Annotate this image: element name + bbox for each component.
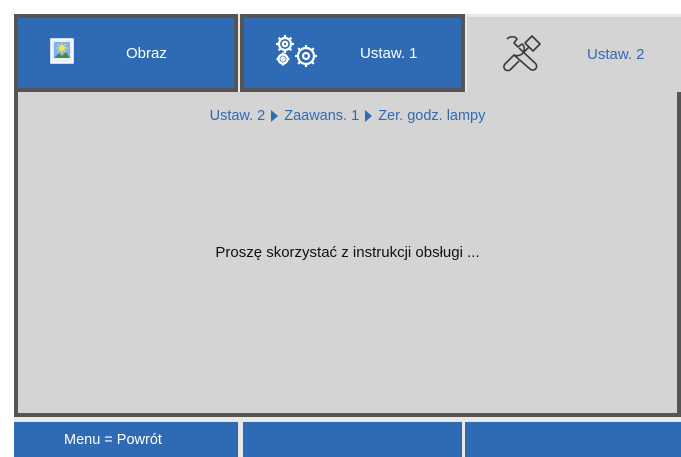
tab-ustaw-1[interactable]: Ustaw. 1 [240,14,465,92]
breadcrumb-item: Zer. godz. lampy [378,108,486,124]
bottom-bar-cell [465,422,681,457]
tools-icon [501,33,543,77]
content-panel: Ustaw. 2 Zaawans. 1 Zer. godz. lampy Pro… [14,92,681,417]
tab-label: Obraz [126,44,167,62]
breadcrumb-item: Zaawans. 1 [284,108,360,124]
breadcrumb-item: Ustaw. 2 [209,108,266,124]
bottom-bar: Menu = Powrót [14,422,681,457]
breadcrumb-arrow-icon [365,110,373,122]
menu-return-hint: Menu = Powrót [14,422,238,457]
breadcrumb-arrow-icon [271,110,279,122]
bottom-bar-cell [243,422,462,457]
gears-icon [272,32,326,74]
tab-ustaw-2[interactable]: Ustaw. 2 [467,14,681,92]
breadcrumb: Ustaw. 2 Zaawans. 1 Zer. godz. lampy [18,108,677,124]
tab-label: Ustaw. 2 [587,46,645,63]
tab-label: Ustaw. 1 [360,44,418,62]
projector-osd-menu: Obraz Ustaw. 1 Ustaw. 2 Ustaw. 2 Zaawans… [14,14,681,457]
picture-settings-icon [50,38,74,68]
info-message: Proszę skorzystać z instrukcji obsługi .… [215,244,480,261]
tab-obraz[interactable]: Obraz [14,14,238,92]
